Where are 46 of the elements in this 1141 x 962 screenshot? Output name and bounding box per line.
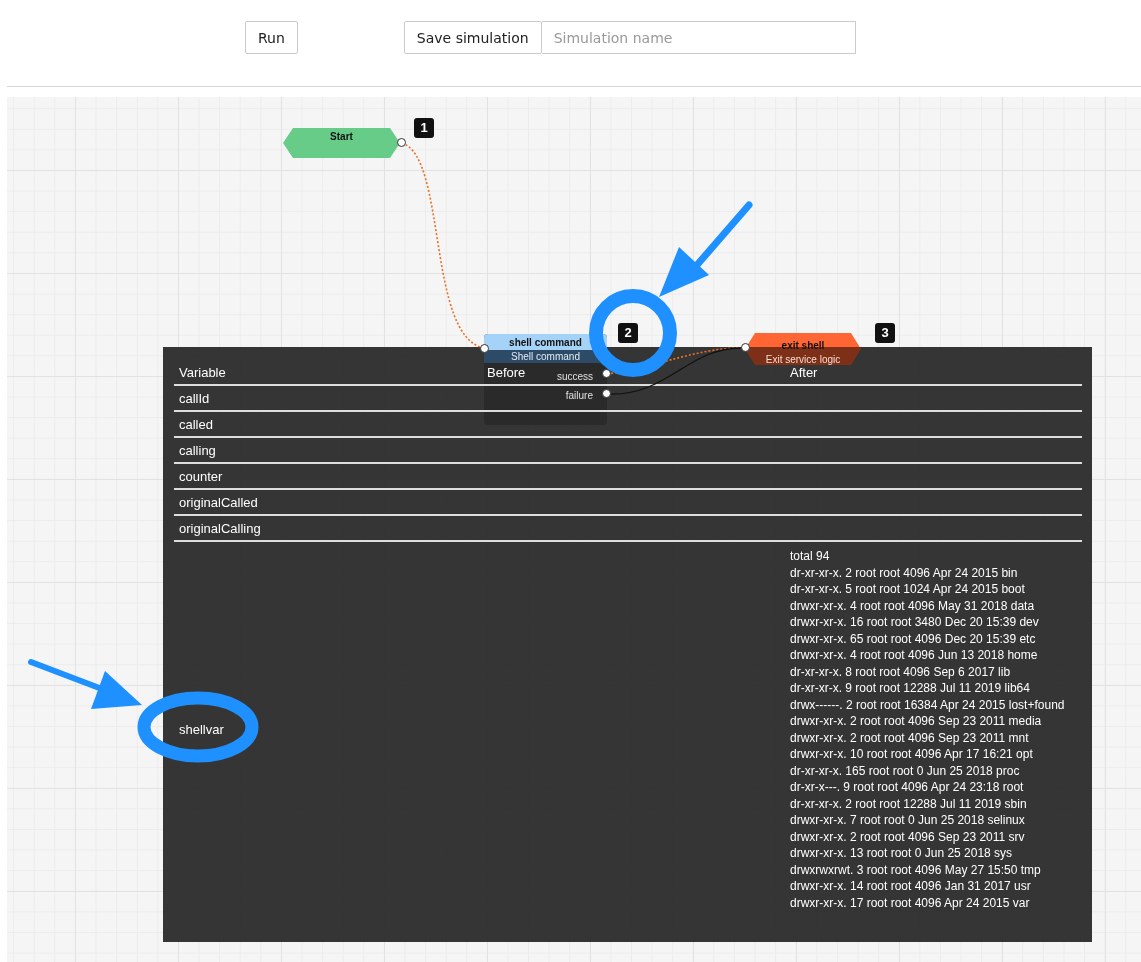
step-badge: 3 <box>875 323 895 343</box>
variable-name: calling <box>178 442 216 458</box>
run-button[interactable]: Run <box>245 21 298 54</box>
exit-node[interactable]: exit shell Exit service logic <box>745 333 861 365</box>
step-badge: 2 <box>618 323 638 343</box>
output-label: failure <box>565 390 593 401</box>
after-value-line: dr-xr-x---. 9 root root 4096 Apr 24 23:18 root <box>790 779 1025 796</box>
after-value-line: drwx------. 2 root root 16384 Apr 24 2015 lost+found <box>790 696 1065 713</box>
after-value-line: dr-xr-xr-x. 2 root root 4096 Apr 24 2015 bin <box>790 564 1019 581</box>
column-header: Variable <box>178 364 226 380</box>
variable-name: callId <box>178 390 210 406</box>
save-simulation-button[interactable]: Save simulation <box>403 21 542 54</box>
node-title: exit shell <box>781 340 825 351</box>
after-value-line: dr-xr-xr-x. 9 root root 12288 Jul 11 2019 lib64 <box>790 680 1031 697</box>
after-value-line: drwxr-xr-x. 4 root root 4096 May 31 2018 data <box>790 597 1036 614</box>
after-value-line: dr-xr-xr-x. 2 root root 12288 Jul 11 2019 sbin <box>790 795 1028 812</box>
after-value-line: dr-xr-xr-x. 8 root root 4096 Sep 6 2017 lib <box>790 663 1012 680</box>
after-value-line: total 94 <box>790 548 831 565</box>
after-value-line: dr-xr-xr-x. 5 root root 1024 Apr 24 2015 boot <box>790 581 1026 598</box>
node-title: shell command <box>509 336 582 350</box>
after-value-line: dr-xr-xr-x. 165 root root 0 Jun 25 2018 proc <box>790 762 1021 779</box>
after-value-line: drwxr-xr-x. 13 root root 0 Jun 25 2018 sys <box>790 845 1014 862</box>
variable-name: called <box>178 416 213 432</box>
after-value-line: drwxr-xr-x. 7 root root 0 Jun 25 2018 selinux <box>790 812 1026 829</box>
after-value-line: drwxr-xr-x. 4 root root 4096 Jun 13 2018 home <box>790 647 1039 664</box>
node-subtitle: Exit service logic <box>765 354 841 365</box>
variable-name: counter <box>178 468 223 484</box>
after-value-line: drwxr-xr-x. 17 root root 4096 Apr 24 2015 var <box>790 894 1031 911</box>
column-header: After <box>789 364 818 380</box>
after-value-line: drwxr-xr-x. 65 root root 4096 Dec 20 15:39 etc <box>790 630 1037 647</box>
after-value-line: drwxr-xr-x. 2 root root 4096 Sep 23 2011 mnt <box>790 729 1030 746</box>
after-value-line: drwxrwxrwt. 3 root root 4096 May 27 15:50 tmp <box>790 861 1042 878</box>
variable-name: originalCalled <box>178 494 258 510</box>
column-header: Before <box>486 364 526 380</box>
variable-name: shellvar <box>178 722 224 737</box>
simulation-name-field[interactable]: Simulation name <box>541 21 856 54</box>
after-value-line: drwxr-xr-x. 10 root root 4096 Apr 17 16:21 opt <box>790 746 1034 763</box>
after-value-line: drwxr-xr-x. 16 root root 3480 Dec 20 15:39 dev <box>790 614 1040 631</box>
variable-name: originalCalling <box>178 520 261 536</box>
step-badge: 1 <box>414 118 434 138</box>
after-value-line: drwxr-xr-x. 2 root root 4096 Sep 23 2011 srv <box>790 828 1026 845</box>
after-value-line: drwxr-xr-x. 14 root root 4096 Jan 31 2017 usr <box>790 878 1032 895</box>
connector-port[interactable] <box>397 138 406 147</box>
after-value-line: drwxr-xr-x. 2 root root 4096 Sep 23 2011 media <box>790 713 1043 730</box>
output-label: success <box>556 371 593 382</box>
start-node[interactable]: Start <box>283 128 400 158</box>
